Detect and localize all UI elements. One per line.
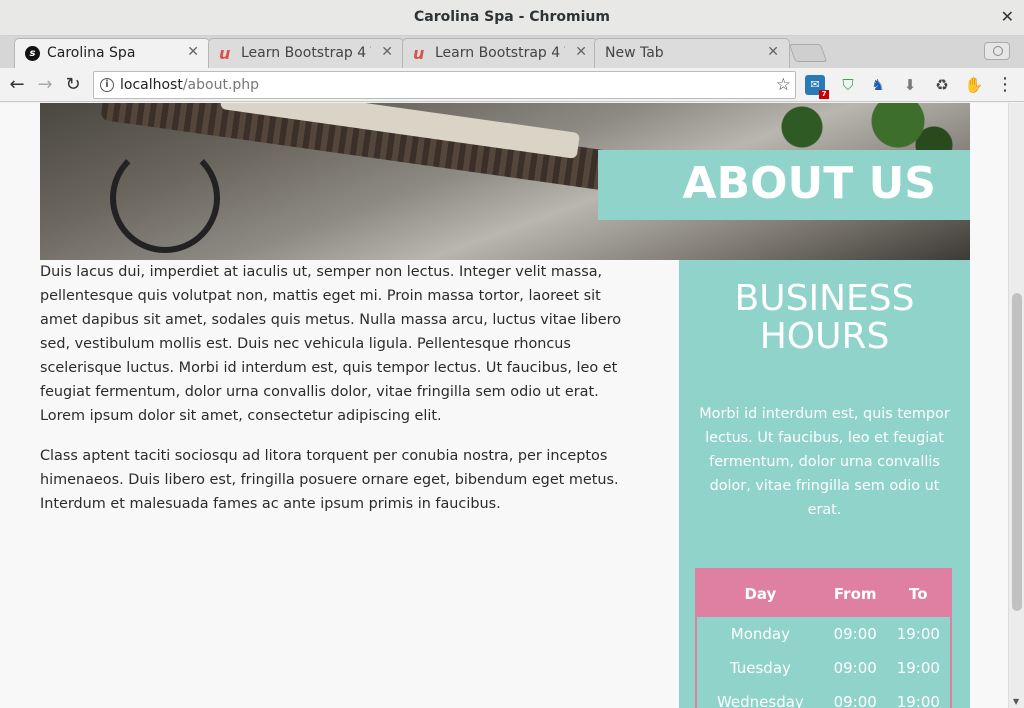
- url-host: localhost: [120, 77, 183, 93]
- tab-label: Learn Bootstrap 4 T: [435, 45, 565, 61]
- window-title: Carolina Spa - Chromium: [414, 9, 610, 25]
- browser-toolbar: ← → ↻ i localhost/about.php ☆ ✉ 7 ⛉ ♞ ⬇ ♻…: [0, 68, 1024, 102]
- scroll-down-arrow-icon[interactable]: ▼: [1013, 697, 1019, 706]
- new-tab-button[interactable]: [788, 44, 828, 62]
- recycle-extension-icon[interactable]: ♻: [932, 75, 952, 95]
- info-icon[interactable]: i: [100, 78, 114, 92]
- from-cell: 09:00: [833, 625, 877, 643]
- shield-extension-icon[interactable]: ⛉: [838, 75, 858, 95]
- day-cell: Wednesday: [716, 692, 804, 708]
- page-title: ABOUT US: [682, 158, 936, 209]
- tab-close-icon[interactable]: ✕: [381, 44, 393, 60]
- page-scrollbar[interactable]: ▼: [1008, 103, 1024, 708]
- day-cell: Monday: [730, 625, 790, 643]
- window-close-icon[interactable]: ✕: [1001, 7, 1014, 26]
- business-hours-table: Day From To Monday 09:00 19:00 Tuesday 0…: [695, 568, 952, 708]
- business-hours-description: Morbi id interdum est, quis tempor lectu…: [699, 406, 950, 518]
- table-row: Wednesday 09:00 19:00: [696, 685, 951, 708]
- back-icon[interactable]: ←: [6, 74, 28, 96]
- table-header-row: Day From To: [696, 569, 951, 617]
- address-url[interactable]: localhost/about.php: [120, 77, 259, 93]
- tab-close-icon[interactable]: ✕: [187, 44, 199, 60]
- to-cell: 19:00: [896, 692, 940, 708]
- column-header-day: Day: [696, 569, 824, 617]
- table-row: Tuesday 09:00 19:00: [696, 651, 951, 685]
- about-content: Duis lacus dui, imperdiet at iaculis ut,…: [40, 260, 640, 532]
- udemy-icon: u: [413, 44, 425, 63]
- scrollbar-thumb[interactable]: [1012, 293, 1022, 611]
- tab-close-icon[interactable]: ✕: [767, 44, 779, 60]
- from-cell: 09:00: [833, 692, 877, 708]
- to-cell: 19:00: [896, 659, 940, 677]
- tab-strip: s Carolina Spa ✕ u Learn Bootstrap 4 T ✕…: [0, 36, 1024, 68]
- address-bar[interactable]: i localhost/about.php ☆: [93, 71, 796, 99]
- day-cell: Tuesday: [729, 659, 791, 677]
- reload-icon[interactable]: ↻: [62, 74, 84, 96]
- about-paragraph: Duis lacus dui, imperdiet at iaculis ut,…: [40, 264, 622, 424]
- browser-menu-icon[interactable]: ⋮: [996, 75, 1014, 95]
- to-cell: 19:00: [896, 625, 940, 643]
- tab-label: Learn Bootstrap 4 T: [241, 45, 371, 61]
- download-extension-icon[interactable]: ⬇: [900, 75, 920, 95]
- about-paragraph: Class aptent taciti sociosqu ad litora t…: [40, 448, 619, 512]
- column-header-to: To: [886, 569, 951, 617]
- table-row: Monday 09:00 19:00: [696, 617, 951, 651]
- tab-label: New Tab: [605, 45, 664, 61]
- business-hours-panel: BUSINESS HOURS Morbi id interdum est, qui…: [679, 260, 970, 708]
- url-path: /about.php: [182, 77, 260, 93]
- column-header-from: From: [823, 569, 887, 617]
- bookmark-star-icon[interactable]: ☆: [776, 75, 791, 95]
- tab-close-icon[interactable]: ✕: [575, 44, 587, 60]
- profile-icon[interactable]: [984, 42, 1010, 60]
- hand-extension-icon[interactable]: ✋: [964, 75, 984, 95]
- from-cell: 09:00: [833, 659, 877, 677]
- wheel-shape: [110, 143, 220, 253]
- heading-line-2: HOURS: [759, 316, 890, 357]
- window-titlebar: Carolina Spa - Chromium ✕: [0, 0, 1024, 36]
- forward-icon[interactable]: →: [34, 74, 56, 96]
- mail-extension-icon[interactable]: ✉ 7: [805, 75, 829, 99]
- tab-learn-bootstrap-2[interactable]: u Learn Bootstrap 4 T ✕: [402, 38, 598, 68]
- tab-learn-bootstrap-1[interactable]: u Learn Bootstrap 4 T ✕: [208, 38, 404, 68]
- tab-new-tab[interactable]: New Tab ✕: [594, 38, 790, 68]
- extension-badge: 7: [819, 90, 829, 99]
- tab-carolina-spa[interactable]: s Carolina Spa ✕: [14, 38, 210, 68]
- udemy-icon: u: [219, 44, 231, 63]
- knight-extension-icon[interactable]: ♞: [868, 75, 888, 95]
- business-hours-heading: BUSINESS HOURS: [679, 280, 970, 356]
- about-banner: ABOUT US: [598, 150, 970, 220]
- page-viewport: ABOUT US Duis lacus dui, imperdiet at ia…: [0, 103, 1008, 708]
- tab-label: Carolina Spa: [47, 45, 136, 61]
- symfony-icon: s: [25, 46, 40, 61]
- heading-line-1: BUSINESS: [734, 278, 915, 319]
